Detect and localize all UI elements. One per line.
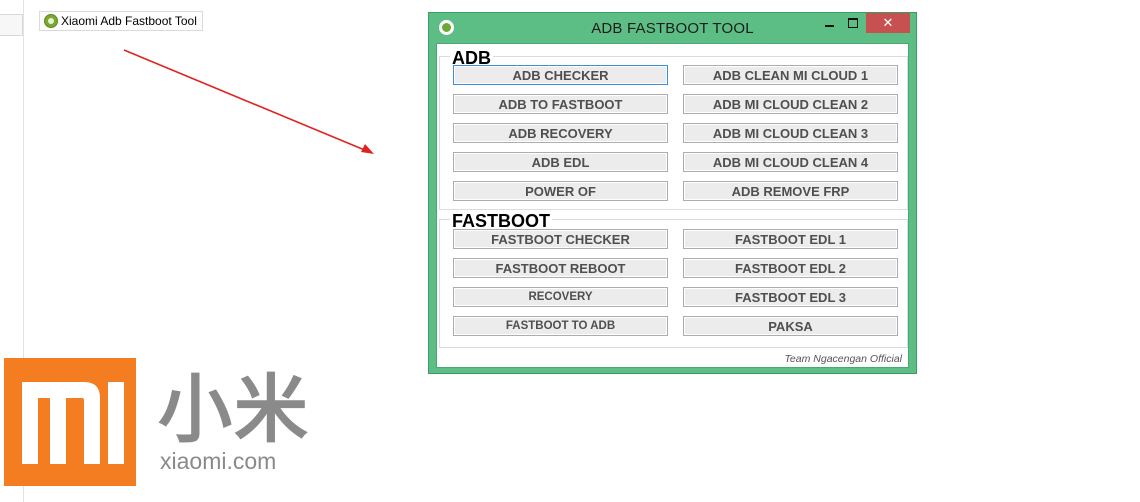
recovery-button[interactable]: RECOVERY bbox=[453, 287, 668, 307]
fastboot-reboot-button[interactable]: FASTBOOT REBOOT bbox=[453, 258, 668, 278]
footer-credit: Team Ngacengan Official bbox=[784, 353, 902, 365]
adb-recovery-button[interactable]: ADB RECOVERY bbox=[453, 123, 668, 143]
close-icon: ✕ bbox=[882, 15, 894, 30]
arrow-head bbox=[361, 144, 374, 154]
brand-domain: xiaomi.com bbox=[160, 448, 277, 474]
fastboot-edl-3-button[interactable]: FASTBOOT EDL 3 bbox=[683, 287, 898, 307]
arrow-shaft bbox=[123, 49, 368, 152]
minimize-button[interactable] bbox=[817, 13, 841, 33]
fastboot-to-adb-button[interactable]: FASTBOOT TO ADB bbox=[453, 316, 668, 336]
mi-logo bbox=[4, 358, 136, 486]
fastboot-edl-2-button[interactable]: FASTBOOT EDL 2 bbox=[683, 258, 898, 278]
window-titlebar[interactable]: ADB FASTBOOT TOOL ✕ bbox=[429, 13, 916, 43]
adb-mi-cloud-clean-4-button[interactable]: ADB MI CLOUD CLEAN 4 bbox=[683, 152, 898, 172]
minimize-icon bbox=[824, 25, 834, 27]
power-off-button[interactable]: POWER OF bbox=[453, 181, 668, 201]
adb-fastboot-window: ADB FASTBOOT TOOL ✕ ADB ADB CHECKER ADB … bbox=[428, 12, 917, 374]
close-button[interactable]: ✕ bbox=[866, 13, 910, 33]
adb-edl-button[interactable]: ADB EDL bbox=[453, 152, 668, 172]
fastboot-group: FASTBOOT FASTBOOT CHECKER FASTBOOT REBOO… bbox=[439, 212, 908, 348]
adb-checker-button[interactable]: ADB CHECKER bbox=[453, 65, 668, 85]
brand-name-chinese: 小米 bbox=[158, 367, 310, 453]
maximize-button[interactable] bbox=[841, 13, 865, 33]
paksa-button[interactable]: PAKSA bbox=[683, 316, 898, 336]
adb-to-fastboot-button[interactable]: ADB TO FASTBOOT bbox=[453, 94, 668, 114]
adb-group: ADB ADB CHECKER ADB TO FASTBOOT ADB RECO… bbox=[439, 49, 908, 210]
window-client-area: ADB ADB CHECKER ADB TO FASTBOOT ADB RECO… bbox=[436, 43, 909, 368]
fastboot-edl-1-button[interactable]: FASTBOOT EDL 1 bbox=[683, 229, 898, 249]
fastboot-group-title: FASTBOOT bbox=[450, 211, 552, 231]
adb-mi-cloud-clean-2-button[interactable]: ADB MI CLOUD CLEAN 2 bbox=[683, 94, 898, 114]
fastboot-checker-button[interactable]: FASTBOOT CHECKER bbox=[453, 229, 668, 249]
adb-remove-frp-button[interactable]: ADB REMOVE FRP bbox=[683, 181, 898, 201]
maximize-icon bbox=[848, 18, 858, 28]
adb-mi-cloud-clean-3-button[interactable]: ADB MI CLOUD CLEAN 3 bbox=[683, 123, 898, 143]
mi-logo-mark bbox=[22, 382, 124, 464]
adb-clean-mi-cloud-1-button[interactable]: ADB CLEAN MI CLOUD 1 bbox=[683, 65, 898, 85]
